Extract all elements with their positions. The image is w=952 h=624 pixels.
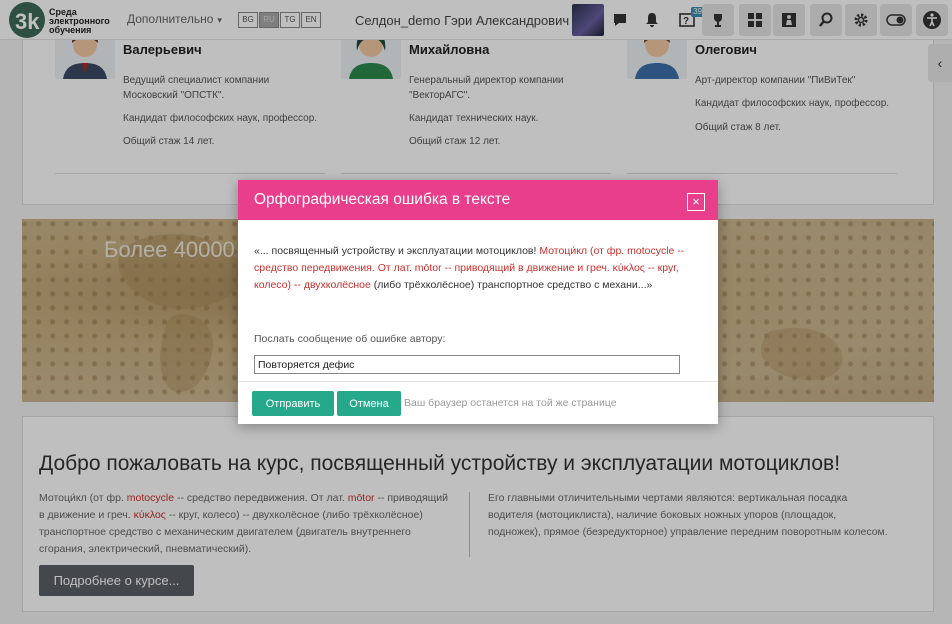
close-icon[interactable]: × xyxy=(687,193,705,211)
spelling-error-dialog: Орфографическая ошибка в тексте × «... п… xyxy=(238,180,718,424)
divider xyxy=(238,381,718,382)
cancel-button[interactable]: Отмена xyxy=(337,391,401,416)
error-context-quote: «... посвященный устройству и эксплуатац… xyxy=(254,245,685,291)
dialog-header: Орфографическая ошибка в тексте × xyxy=(238,180,718,220)
error-message-input[interactable] xyxy=(254,355,680,374)
send-button[interactable]: Отправить xyxy=(252,391,334,416)
dialog-title: Орфографическая ошибка в тексте xyxy=(254,191,511,208)
message-label: Послать сообщение об ошибке автору: xyxy=(254,333,446,345)
dialog-note: Ваш браузер останется на той же странице xyxy=(404,397,617,409)
